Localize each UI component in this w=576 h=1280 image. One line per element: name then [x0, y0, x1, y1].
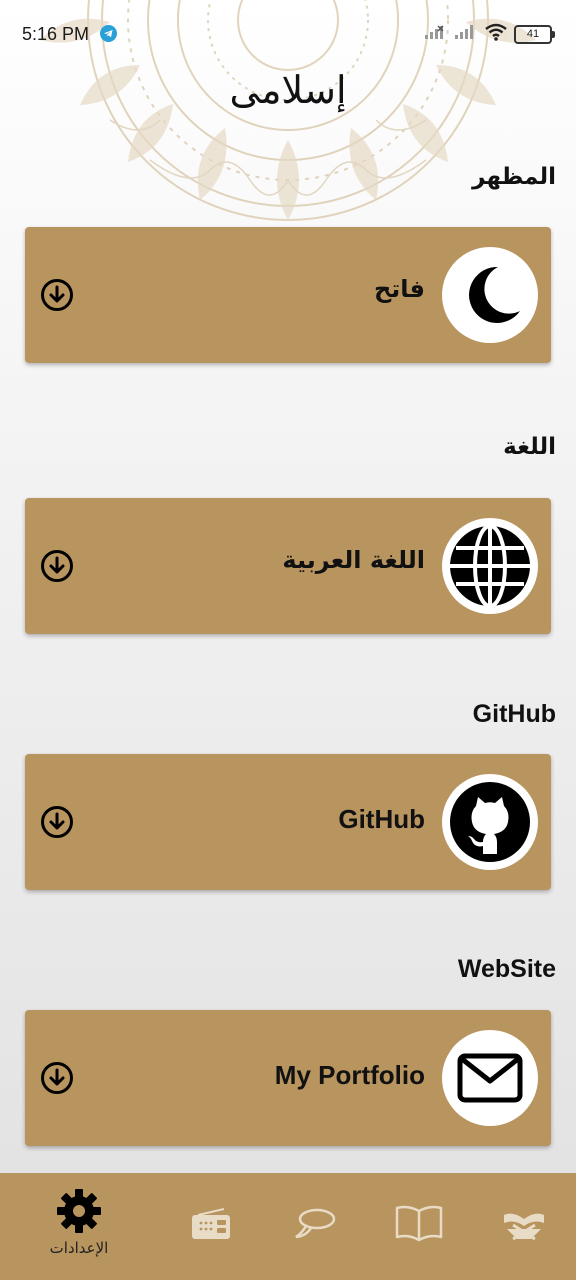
- theme-card[interactable]: فاتح: [25, 227, 551, 363]
- portfolio-label: My Portfolio: [274, 1060, 425, 1090]
- download-circle-icon[interactable]: [40, 549, 74, 583]
- app-title: إسلامى: [229, 68, 347, 112]
- quran-stand-icon: [504, 1213, 544, 1241]
- download-circle-icon[interactable]: [40, 805, 74, 839]
- github-label: GitHub: [338, 804, 425, 834]
- github-icon: [442, 774, 538, 870]
- nav-item-quran[interactable]: [498, 1173, 550, 1280]
- nav-item-settings[interactable]: الإعدادات: [34, 1173, 124, 1280]
- github-card[interactable]: GitHub: [25, 754, 551, 890]
- speech-bubble-icon: [295, 1208, 336, 1239]
- download-circle-icon[interactable]: [40, 278, 74, 312]
- section-title-website: WebSite: [457, 955, 556, 983]
- nav-item-azkar[interactable]: [290, 1173, 340, 1280]
- nav-item-radio[interactable]: [186, 1173, 236, 1280]
- telegram-icon: [100, 25, 117, 46]
- signal-x-icon: [424, 24, 448, 44]
- radio-icon: [192, 1208, 230, 1239]
- open-book-icon: [395, 1205, 443, 1242]
- download-circle-icon[interactable]: [40, 1061, 74, 1095]
- nav-item-hadith[interactable]: [392, 1173, 446, 1280]
- theme-label: فاتح: [373, 275, 425, 303]
- bottom-nav: الإعدادات: [0, 1173, 576, 1280]
- status-bar: 5:16 PM 41: [0, 0, 576, 68]
- section-title-language: اللغة: [503, 434, 556, 460]
- nav-label-settings: الإعدادات: [49, 1239, 109, 1257]
- wifi-icon: [484, 23, 508, 45]
- portfolio-card[interactable]: My Portfolio: [25, 1010, 551, 1146]
- section-title-appearance: المظهر: [472, 164, 556, 190]
- battery-icon: 41: [514, 24, 555, 44]
- moon-icon: [442, 247, 538, 343]
- signal-icon: [454, 24, 478, 44]
- language-label: اللغة العربية: [282, 546, 425, 574]
- status-time: 5:16 PM: [22, 24, 90, 44]
- globe-icon: [442, 518, 538, 614]
- gear-icon: [57, 1189, 101, 1233]
- mail-icon: [442, 1030, 538, 1126]
- section-title-github: GitHub: [472, 700, 556, 728]
- language-card[interactable]: اللغة العربية: [25, 498, 551, 634]
